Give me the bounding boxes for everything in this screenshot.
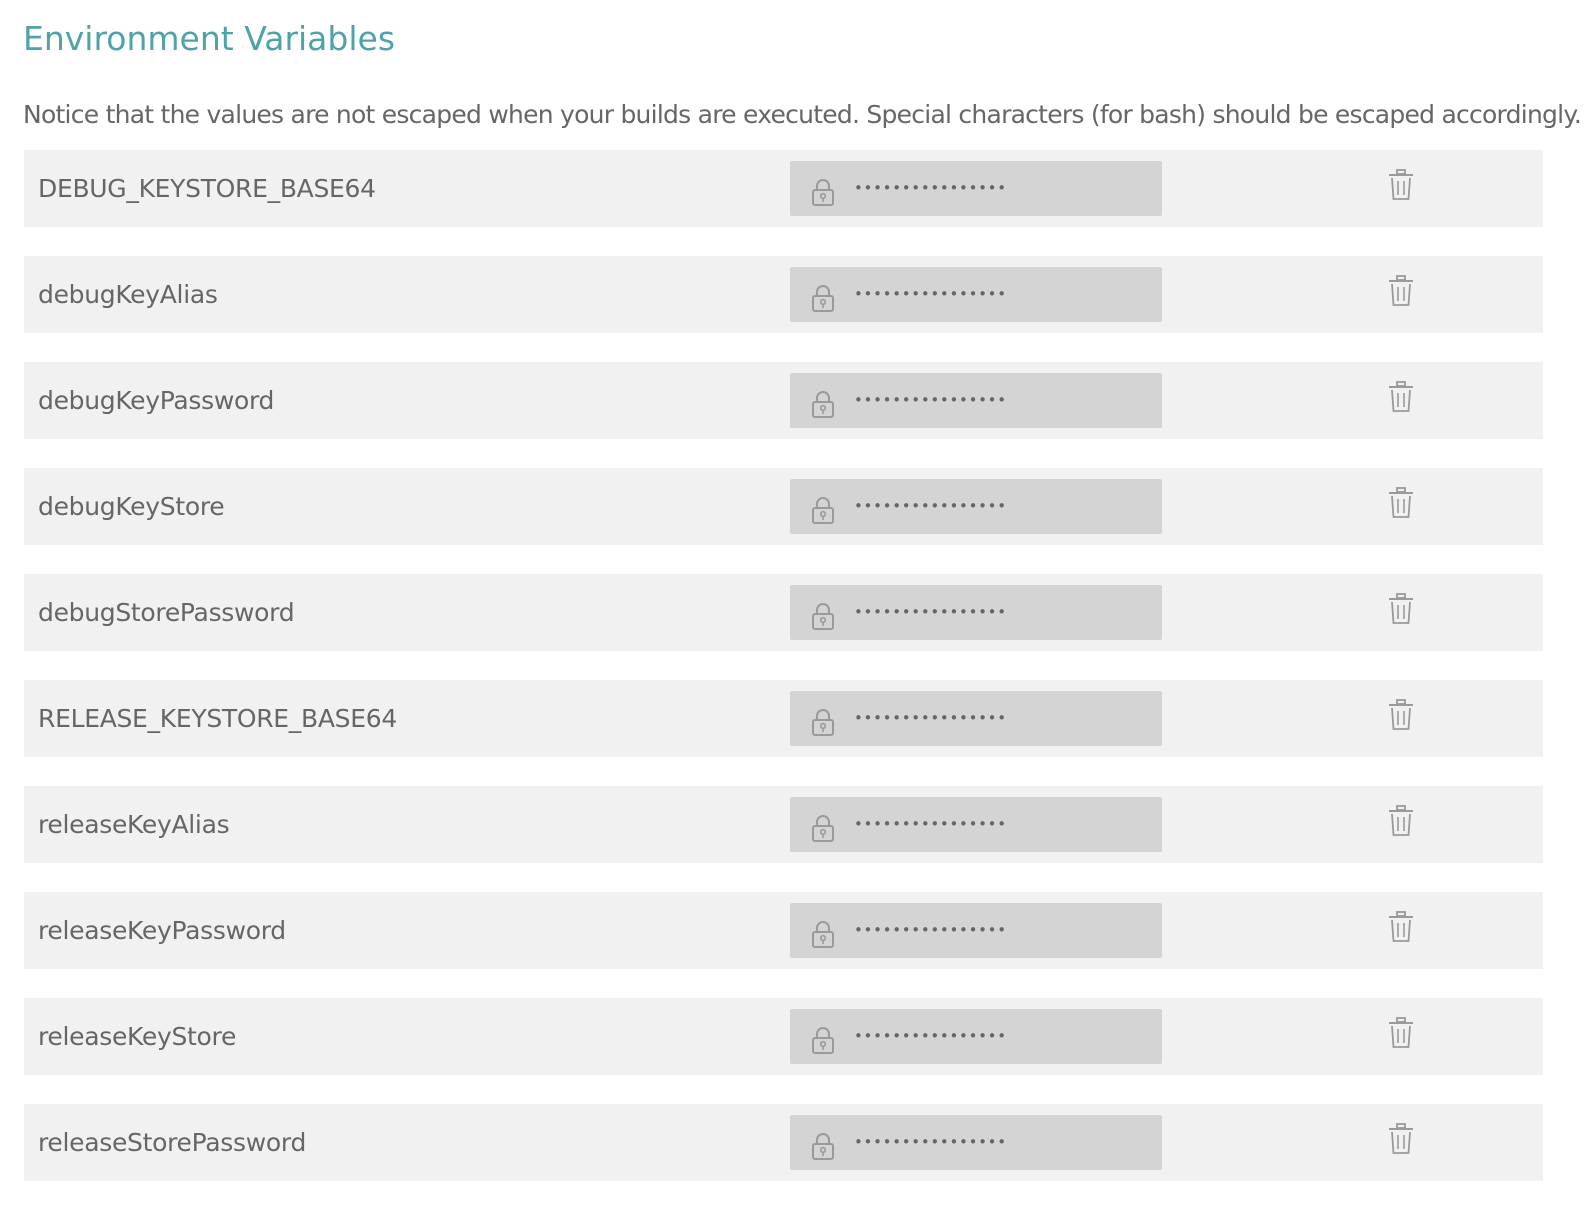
lock-icon bbox=[812, 921, 834, 948]
env-var-secret-value[interactable]: •••••••••••••••• bbox=[790, 373, 1162, 428]
env-var-name: debugKeyPassword bbox=[38, 386, 275, 415]
env-var-name: debugStorePassword bbox=[38, 598, 295, 627]
delete-variable-button[interactable] bbox=[1386, 910, 1416, 944]
trash-icon bbox=[1389, 1123, 1413, 1154]
env-var-name: debugKeyStore bbox=[38, 492, 225, 521]
env-var-secret-value[interactable]: •••••••••••••••• bbox=[790, 161, 1162, 216]
delete-variable-button[interactable] bbox=[1386, 592, 1416, 626]
delete-variable-button[interactable] bbox=[1386, 168, 1416, 202]
masked-value: •••••••••••••••• bbox=[854, 815, 1007, 833]
delete-variable-button[interactable] bbox=[1386, 804, 1416, 838]
env-var-row: releaseKeyStore •••••••••••••••• bbox=[24, 998, 1543, 1075]
lock-icon bbox=[812, 709, 834, 736]
masked-value: •••••••••••••••• bbox=[854, 1027, 1007, 1045]
env-var-row: RELEASE_KEYSTORE_BASE64 •••••••••••••••• bbox=[24, 680, 1543, 757]
trash-icon bbox=[1389, 805, 1413, 836]
lock-icon bbox=[812, 179, 834, 206]
masked-value: •••••••••••••••• bbox=[854, 391, 1007, 409]
env-var-row: releaseStorePassword •••••••••••••••• bbox=[24, 1104, 1543, 1181]
trash-icon bbox=[1389, 169, 1413, 200]
delete-variable-button[interactable] bbox=[1386, 1016, 1416, 1050]
lock-icon bbox=[812, 285, 834, 312]
env-var-name: RELEASE_KEYSTORE_BASE64 bbox=[38, 704, 397, 733]
environment-variable-list: DEBUG_KEYSTORE_BASE64 •••••••••••••••• d… bbox=[24, 150, 1543, 1181]
env-var-name: DEBUG_KEYSTORE_BASE64 bbox=[38, 174, 376, 203]
env-var-name: releaseKeyAlias bbox=[38, 810, 230, 839]
trash-icon bbox=[1389, 911, 1413, 942]
env-var-row: debugKeyStore •••••••••••••••• bbox=[24, 468, 1543, 545]
lock-icon bbox=[812, 1133, 834, 1160]
env-var-secret-value[interactable]: •••••••••••••••• bbox=[790, 797, 1162, 852]
lock-icon bbox=[812, 815, 834, 842]
masked-value: •••••••••••••••• bbox=[854, 1133, 1007, 1151]
delete-variable-button[interactable] bbox=[1386, 698, 1416, 732]
environment-variables-section: Environment Variables Notice that the va… bbox=[0, 0, 1594, 1230]
masked-value: •••••••••••••••• bbox=[854, 921, 1007, 939]
env-var-row: debugKeyAlias •••••••••••••••• bbox=[24, 256, 1543, 333]
env-var-secret-value[interactable]: •••••••••••••••• bbox=[790, 1009, 1162, 1064]
escape-notice: Notice that the values are not escaped w… bbox=[23, 100, 1582, 129]
masked-value: •••••••••••••••• bbox=[854, 497, 1007, 515]
env-var-row: releaseKeyAlias •••••••••••••••• bbox=[24, 786, 1543, 863]
env-var-name: releaseStorePassword bbox=[38, 1128, 307, 1157]
env-var-secret-value[interactable]: •••••••••••••••• bbox=[790, 1115, 1162, 1170]
trash-icon bbox=[1389, 487, 1413, 518]
delete-variable-button[interactable] bbox=[1386, 274, 1416, 308]
env-var-row: DEBUG_KEYSTORE_BASE64 •••••••••••••••• bbox=[24, 150, 1543, 227]
env-var-name: releaseKeyPassword bbox=[38, 916, 286, 945]
masked-value: •••••••••••••••• bbox=[854, 285, 1007, 303]
env-var-name: releaseKeyStore bbox=[38, 1022, 237, 1051]
lock-icon bbox=[812, 1027, 834, 1054]
section-title: Environment Variables bbox=[23, 19, 396, 58]
delete-variable-button[interactable] bbox=[1386, 486, 1416, 520]
env-var-secret-value[interactable]: •••••••••••••••• bbox=[790, 267, 1162, 322]
env-var-secret-value[interactable]: •••••••••••••••• bbox=[790, 585, 1162, 640]
trash-icon bbox=[1389, 699, 1413, 730]
lock-icon bbox=[812, 497, 834, 524]
masked-value: •••••••••••••••• bbox=[854, 709, 1007, 727]
delete-variable-button[interactable] bbox=[1386, 380, 1416, 414]
env-var-secret-value[interactable]: •••••••••••••••• bbox=[790, 479, 1162, 534]
masked-value: •••••••••••••••• bbox=[854, 603, 1007, 621]
trash-icon bbox=[1389, 381, 1413, 412]
lock-icon bbox=[812, 603, 834, 630]
env-var-secret-value[interactable]: •••••••••••••••• bbox=[790, 903, 1162, 958]
env-var-secret-value[interactable]: •••••••••••••••• bbox=[790, 691, 1162, 746]
trash-icon bbox=[1389, 275, 1413, 306]
delete-variable-button[interactable] bbox=[1386, 1122, 1416, 1156]
trash-icon bbox=[1389, 593, 1413, 624]
env-var-row: debugStorePassword •••••••••••••••• bbox=[24, 574, 1543, 651]
env-var-row: debugKeyPassword •••••••••••••••• bbox=[24, 362, 1543, 439]
env-var-name: debugKeyAlias bbox=[38, 280, 218, 309]
masked-value: •••••••••••••••• bbox=[854, 179, 1007, 197]
lock-icon bbox=[812, 391, 834, 418]
env-var-row: releaseKeyPassword •••••••••••••••• bbox=[24, 892, 1543, 969]
trash-icon bbox=[1389, 1017, 1413, 1048]
